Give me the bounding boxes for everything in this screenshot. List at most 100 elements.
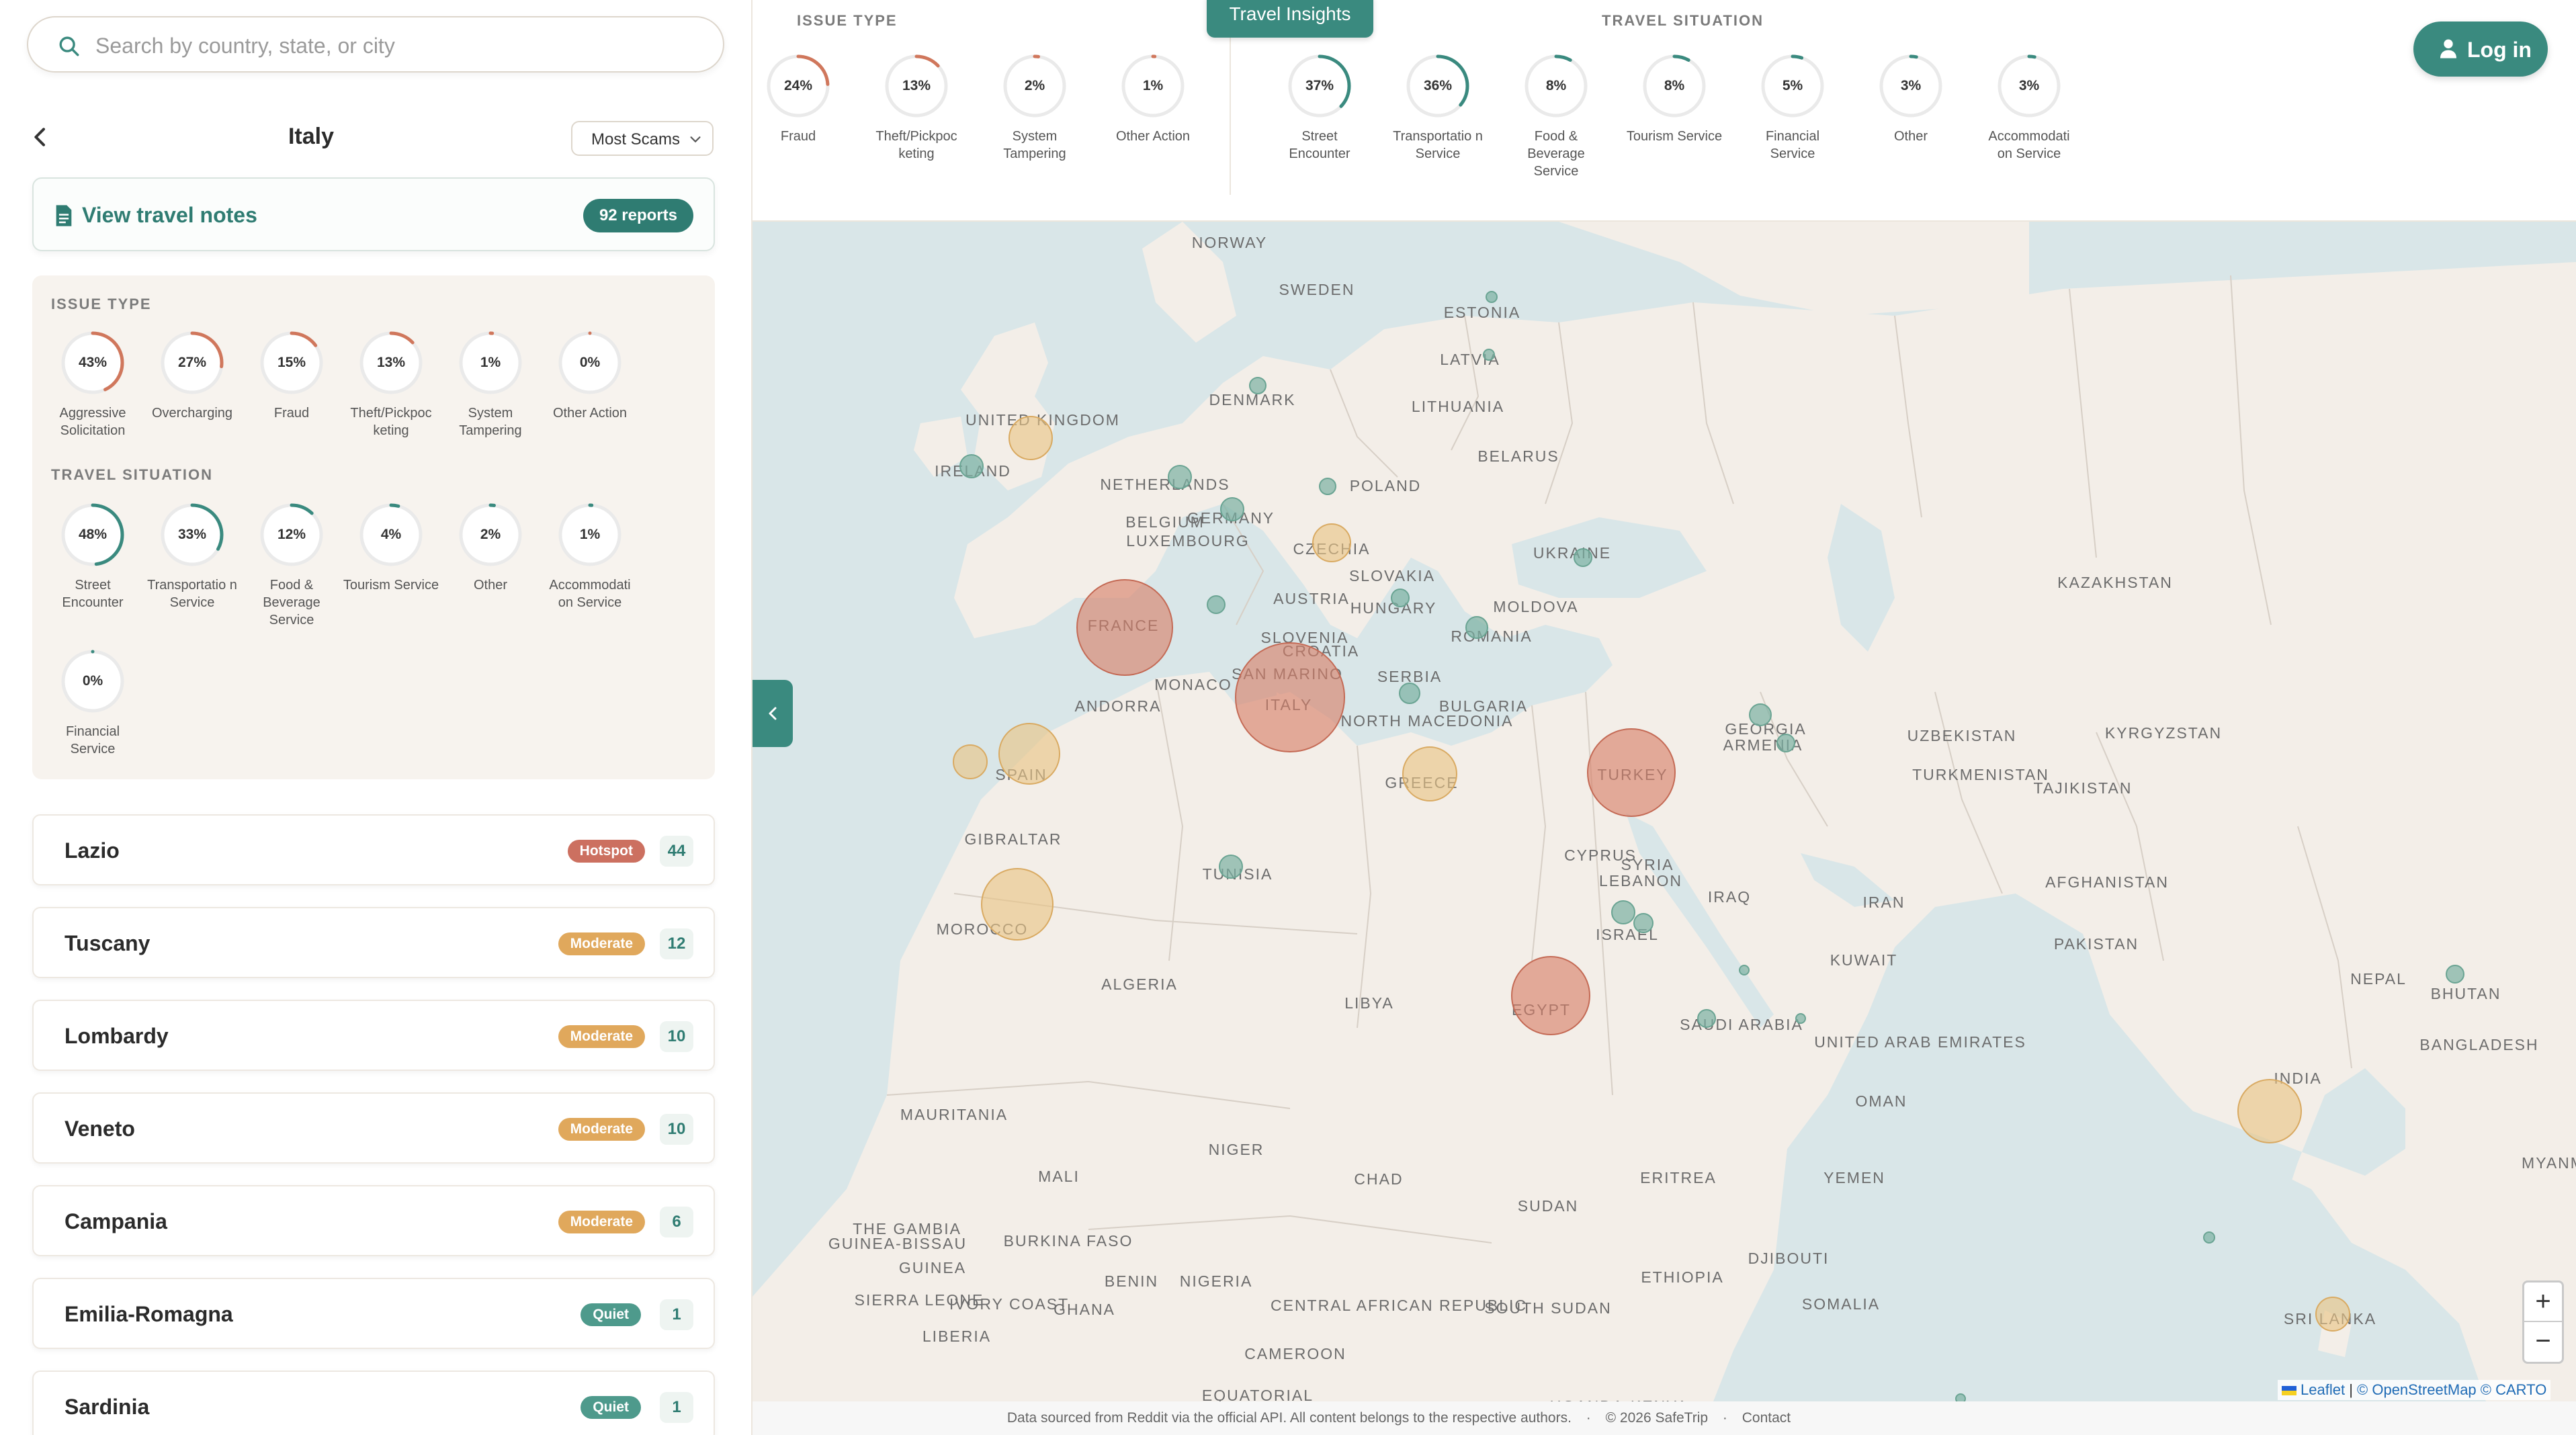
search-box[interactable]	[27, 16, 724, 73]
donut-ring: 1%	[457, 329, 524, 396]
issue-type-heading: ISSUE TYPE	[51, 296, 152, 312]
donut-caption: Food & Beverage Service	[263, 578, 320, 627]
insights-travel-situation-heading: TRAVEL SITUATION	[1602, 12, 1764, 29]
map-country-label: LITHUANIA	[1411, 398, 1505, 415]
view-travel-notes-button[interactable]: View travel notes 92 reports	[32, 177, 715, 251]
region-status-badge: Hotspot	[567, 840, 645, 863]
donut-caption: Overcharging	[151, 406, 233, 421]
donut-percent: 1%	[1142, 78, 1164, 93]
back-button[interactable]	[27, 124, 54, 150]
zoom-control: + −	[2522, 1280, 2564, 1364]
map-scam-marker[interactable]	[1697, 1009, 1716, 1028]
map-scam-marker[interactable]	[1955, 1393, 1966, 1401]
map-scam-marker[interactable]	[1312, 523, 1351, 562]
map-country-label: MONACO	[1154, 676, 1232, 693]
map-scam-marker[interactable]	[1486, 291, 1498, 303]
map-scam-marker[interactable]	[1220, 497, 1244, 521]
map-scam-marker[interactable]	[2446, 965, 2464, 984]
map-scam-marker[interactable]	[1587, 728, 1676, 817]
map-scam-marker[interactable]	[1611, 900, 1635, 924]
map-scam-marker[interactable]	[1008, 416, 1053, 460]
map-scam-marker[interactable]	[1749, 703, 1772, 726]
map-scam-marker[interactable]	[2237, 1079, 2302, 1143]
collapse-sidebar-button[interactable]	[753, 680, 793, 747]
insights-divider	[1230, 13, 1231, 195]
sort-select[interactable]: Most Scams	[571, 121, 714, 156]
map-scam-marker[interactable]	[2203, 1231, 2215, 1244]
map-country-label: MOLDOVA	[1493, 598, 1579, 615]
region-name: Sardinia	[65, 1395, 150, 1419]
insights-travel-situation-stat: 8% Food & Beverage Service	[1506, 52, 1606, 180]
map-country-label: GUINEA	[898, 1259, 967, 1276]
issue-type-stat: 0% Other Action	[540, 329, 640, 422]
region-item[interactable]: Lazio Hotspot 44	[32, 814, 715, 885]
map-scam-marker[interactable]	[998, 723, 1060, 785]
map-scam-marker[interactable]	[1465, 616, 1488, 639]
map-scam-marker[interactable]	[1319, 478, 1336, 495]
map-scam-marker[interactable]	[1633, 913, 1654, 933]
region-item[interactable]: Sardinia Quiet 1	[32, 1371, 715, 1435]
map-country-label: SLOVAKIA	[1348, 567, 1436, 584]
issue-type-stat: 15% Fraud	[242, 329, 341, 422]
map-scam-marker[interactable]	[1235, 642, 1345, 752]
map-scam-marker[interactable]	[1399, 683, 1420, 704]
map-scam-marker[interactable]	[1391, 589, 1410, 607]
travel-insights-tab[interactable]: Travel Insights	[1207, 0, 1373, 38]
map-scam-marker[interactable]	[1739, 965, 1750, 975]
donut-caption: Tourism Service	[343, 578, 439, 593]
map-scam-marker[interactable]	[1574, 548, 1592, 567]
map-scam-marker[interactable]	[1219, 855, 1243, 879]
map-scam-marker[interactable]	[1776, 734, 1795, 752]
map-scam-marker[interactable]	[1402, 746, 1457, 801]
map-scam-marker[interactable]	[1249, 377, 1266, 394]
insights-travel-situation-stat: 37% Street Encounter	[1270, 52, 1369, 163]
region-report-count: 10	[660, 1021, 693, 1052]
osm-link[interactable]: © OpenStreetMap	[2357, 1381, 2477, 1398]
region-name: Lombardy	[65, 1024, 169, 1048]
search-input[interactable]	[95, 27, 700, 64]
map-scam-marker[interactable]	[981, 868, 1054, 941]
map-scam-marker[interactable]	[953, 744, 988, 779]
map-scam-marker[interactable]	[1168, 465, 1192, 489]
map-country-label: BURKINA FASO	[1003, 1232, 1133, 1250]
region-item[interactable]: Campania Moderate 6	[32, 1185, 715, 1256]
chevron-left-icon	[34, 128, 45, 146]
region-name: Lazio	[65, 838, 120, 863]
issue-type-stat: 1% System Tampering	[441, 329, 540, 439]
donut-percent: 2%	[480, 527, 501, 542]
map-country-label: UKRAINE	[1533, 544, 1612, 562]
travel-situation-stat: 33% Transportatio n Service	[142, 501, 242, 611]
donut-ring: 37%	[1286, 52, 1353, 120]
map-scam-marker[interactable]	[2315, 1297, 2350, 1332]
donut-caption: Accommodati on Service	[1988, 129, 2070, 161]
scam-map[interactable]: NORWAY SWEDEN ESTONIA LATVIA DENMARK LITHUANI…	[753, 222, 2576, 1401]
region-item[interactable]: Emilia-Romagna Quiet 1	[32, 1278, 715, 1349]
zoom-in-button[interactable]: +	[2524, 1282, 2562, 1322]
map-scam-marker[interactable]	[1483, 349, 1495, 361]
donut-percent: 43%	[78, 355, 108, 370]
footer-contact-link[interactable]: Contact	[1742, 1410, 1791, 1426]
map-country-label: BENIN	[1104, 1272, 1159, 1290]
map-country-label: GUINEA-BISSAU	[828, 1235, 968, 1252]
region-item[interactable]: Lombardy Moderate 10	[32, 1000, 715, 1071]
donut-ring: 0%	[556, 329, 624, 396]
map-country-label: SOMALIA	[1801, 1295, 1881, 1313]
donut-percent: 5%	[1782, 78, 1803, 93]
region-item[interactable]: Veneto Moderate 10	[32, 1092, 715, 1164]
map-scam-marker[interactable]	[959, 454, 984, 478]
map-country-label: KAZAKHSTAN	[2057, 574, 2173, 591]
map-scam-marker[interactable]	[1511, 956, 1590, 1035]
map-country-label: LIBYA	[1344, 994, 1394, 1012]
map-scam-marker[interactable]	[1076, 579, 1173, 676]
login-button[interactable]: Log in	[2413, 21, 2548, 77]
zoom-out-button[interactable]: −	[2524, 1322, 2562, 1362]
country-stats-panel: ISSUE TYPE 43% Aggressive Solicitation 27%…	[32, 275, 715, 779]
map-country-label: TURKMENISTAN	[1912, 766, 2049, 783]
footer-source: Data sourced from Reddit via the officia…	[1006, 1410, 1572, 1426]
leaflet-link[interactable]: Leaflet	[2301, 1381, 2345, 1398]
donut-caption: Transportatio n Service	[147, 578, 237, 610]
carto-link[interactable]: © CARTO	[2481, 1381, 2547, 1398]
map-scam-marker[interactable]	[1207, 595, 1226, 614]
region-item[interactable]: Tuscany Moderate 12	[32, 907, 715, 978]
map-scam-marker[interactable]	[1795, 1013, 1806, 1024]
